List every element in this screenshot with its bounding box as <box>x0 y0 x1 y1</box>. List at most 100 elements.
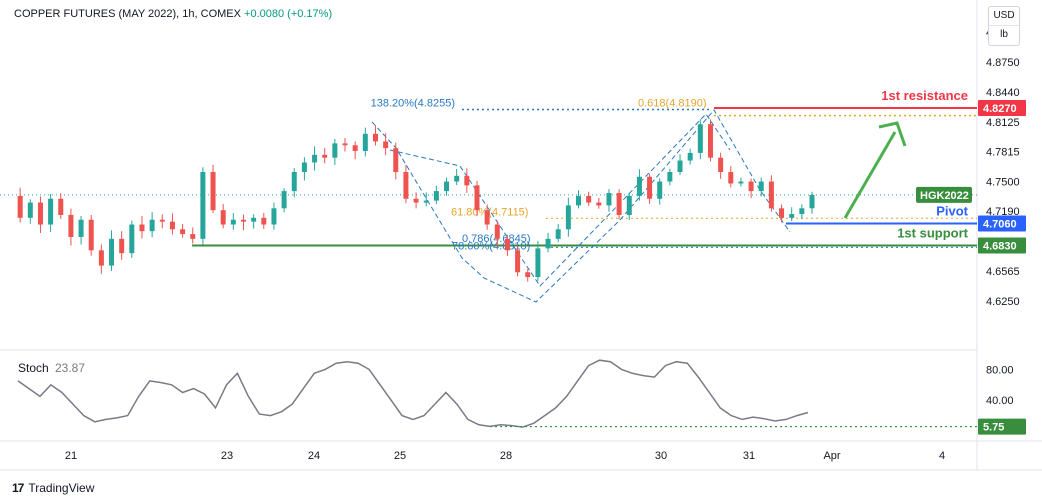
candle-body <box>200 172 206 239</box>
time-axis-tick-label: 24 <box>308 450 320 462</box>
candle-body <box>301 162 307 172</box>
candle-body <box>88 219 94 251</box>
currency-unit[interactable]: USD <box>989 7 1019 25</box>
candle-body <box>576 195 582 206</box>
tradingview-logo-icon: 17 <box>12 481 24 495</box>
candle-body <box>697 124 703 153</box>
price-axis-tick-label: 4.8125 <box>986 117 1020 129</box>
candle-body <box>779 208 785 218</box>
chart-header: COPPER FUTURES (MAY 2022), 1h, COMEX +0.… <box>14 8 332 20</box>
candle-body <box>271 208 277 225</box>
candle-body <box>738 181 744 184</box>
candle-body <box>109 238 115 266</box>
candle-body <box>474 185 480 211</box>
candle-body <box>240 219 246 222</box>
candle-body <box>616 193 622 215</box>
candle-body <box>169 221 175 230</box>
candle-body <box>372 133 378 142</box>
candle-body <box>403 172 409 199</box>
candle-body <box>515 250 521 273</box>
time-axis-tick-label: 31 <box>743 450 755 462</box>
candle-body <box>707 124 713 158</box>
candle-body <box>362 133 368 151</box>
candle-body <box>433 191 439 201</box>
candle-body <box>454 175 460 182</box>
candle-body <box>159 219 165 222</box>
symbol-tag: HGK2022 <box>920 190 969 202</box>
footer-brand: TradingView <box>28 481 95 495</box>
candle-body <box>139 224 145 232</box>
candle-body <box>210 172 216 211</box>
candle-body <box>606 193 612 206</box>
candle-body <box>555 229 561 239</box>
candle-body <box>768 181 774 209</box>
candle-body <box>809 194 815 209</box>
support-price-tag: 4.6830 <box>983 241 1017 253</box>
price-axis-tick-label: 4.7815 <box>986 146 1020 158</box>
candle-body <box>119 238 125 254</box>
pivot-price-tag: 4.7060 <box>983 219 1017 231</box>
candle-body <box>68 214 74 237</box>
candle-body <box>586 195 592 203</box>
resistance-price-tag: 4.8270 <box>983 103 1017 115</box>
fib-label: 138.20%(4.8255) <box>371 97 455 109</box>
candle-body <box>647 176 653 199</box>
candle-body <box>789 214 795 218</box>
pattern-line <box>389 113 731 287</box>
resistance-label: 1st resistance <box>881 88 968 103</box>
candle-body <box>464 175 470 186</box>
candle-body <box>718 157 724 172</box>
candle-body <box>799 208 805 215</box>
pivot-label: Pivot <box>936 204 968 219</box>
time-axis-tick-label: Apr <box>823 450 840 462</box>
candle-body <box>535 248 541 278</box>
footer: 17 TradingView <box>12 481 94 495</box>
candle-body <box>332 143 338 158</box>
candle-body <box>677 160 683 172</box>
candle-body <box>312 154 318 163</box>
candle-body <box>78 219 84 237</box>
candle-body <box>27 202 33 218</box>
currency-sub-unit[interactable]: lb <box>989 25 1019 44</box>
pattern-line <box>371 109 791 303</box>
stoch-line <box>17 359 809 428</box>
candle-body <box>667 172 673 182</box>
candle-body <box>149 219 155 232</box>
candle-body <box>129 224 135 254</box>
candle-body <box>261 217 267 225</box>
candle-body <box>220 210 226 225</box>
time-axis-tick-label: 23 <box>221 450 233 462</box>
stoch-value: 23.87 <box>55 361 85 375</box>
candle-body <box>37 202 43 225</box>
time-axis-tick-label: 4 <box>939 450 945 462</box>
candle-body <box>413 198 419 203</box>
chart-title: COPPER FUTURES (MAY 2022), 1h, COMEX <box>14 8 241 20</box>
price-axis-tick-label: 4.6565 <box>986 266 1020 278</box>
price-change: +0.0080 (+0.17%) <box>244 8 333 20</box>
candle-body <box>626 195 632 215</box>
candle-body <box>657 181 663 199</box>
candle-body <box>180 229 186 235</box>
currency-selector[interactable]: USD lb <box>988 6 1020 46</box>
candle-body <box>565 205 571 230</box>
candle-body <box>423 200 429 203</box>
time-axis-tick-label: 30 <box>655 450 667 462</box>
candle-body <box>190 234 196 239</box>
candle-body <box>281 191 287 209</box>
candle-body <box>342 143 348 146</box>
price-axis-tick-label: 4.8440 <box>986 87 1020 99</box>
chart-canvas[interactable]: 1st resistance Pivot 1st support 138.20%(4… <box>0 0 1042 504</box>
candle-body <box>17 195 23 218</box>
stoch-level-tag: 5.75 <box>983 422 1004 434</box>
candle-body <box>545 238 551 249</box>
candle-body <box>494 224 500 239</box>
stoch-label: Stoch <box>18 361 49 375</box>
time-axis-tick-label: 28 <box>500 450 512 462</box>
candle-body <box>322 154 328 158</box>
candle-body <box>48 198 54 225</box>
candle-body <box>728 172 734 184</box>
candle-body <box>393 148 399 172</box>
price-axis-tick-label: 4.8750 <box>986 57 1020 69</box>
price-axis-tick-label: 4.6250 <box>986 296 1020 308</box>
support-label: 1st support <box>897 226 968 241</box>
